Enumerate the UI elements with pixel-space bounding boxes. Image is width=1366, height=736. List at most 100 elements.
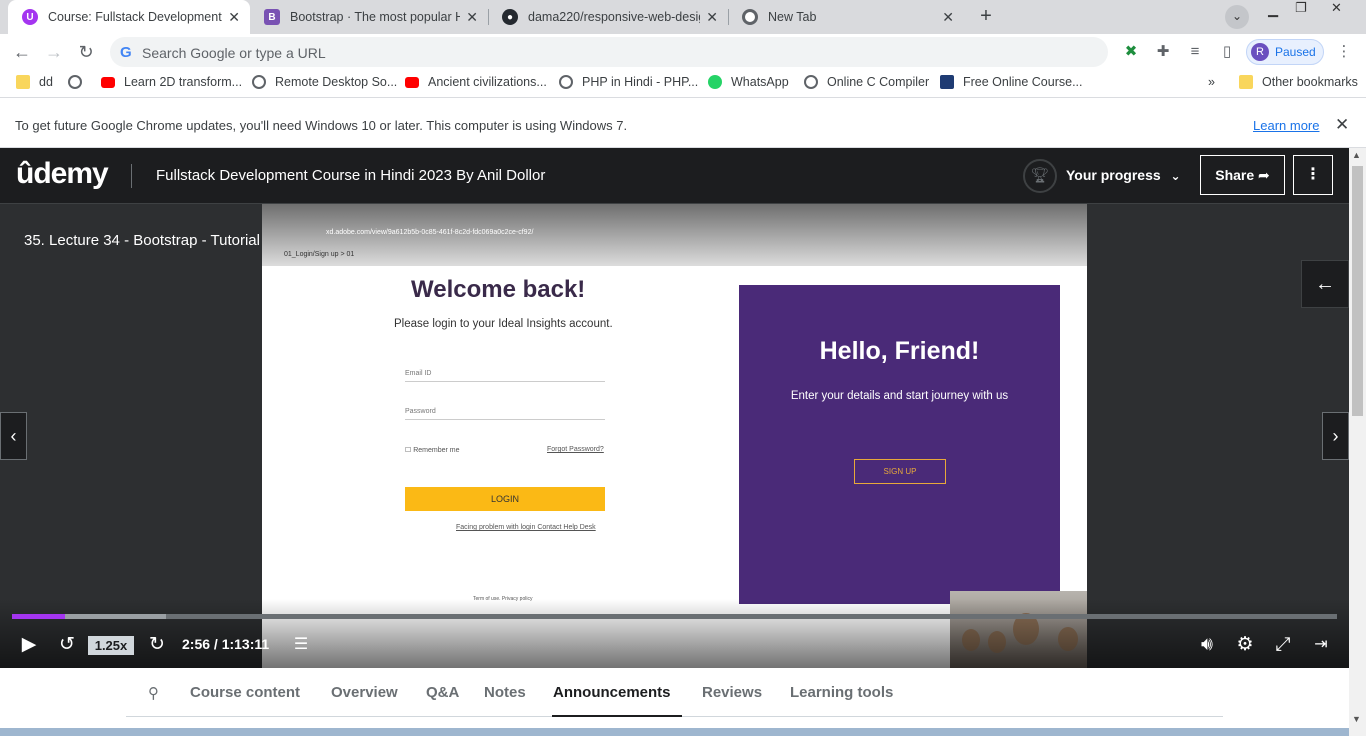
forward-icon[interactable]: →: [42, 40, 66, 64]
header-divider: [131, 164, 132, 188]
notes-icon[interactable]: ☰: [289, 634, 313, 656]
tab-announcements[interactable]: Announcements: [553, 684, 671, 701]
scroll-thumb[interactable]: [1352, 166, 1363, 416]
bookmark-item[interactable]: Remote Desktop So...: [252, 75, 397, 89]
browser-tab-github[interactable]: ● dama220/responsive-web-desig ✕: [488, 0, 728, 34]
close-icon[interactable]: ✕: [706, 9, 718, 26]
infobar-message: To get future Google Chrome updates, you…: [15, 118, 628, 133]
video-password-field: Password: [405, 408, 605, 420]
progress-dropdown[interactable]: Your progress ⌄: [1066, 167, 1181, 183]
progress-label: Your progress: [1066, 167, 1161, 183]
video-panel-text: Enter your details and start journey wit…: [790, 390, 1009, 402]
tab-qa[interactable]: Q&A: [426, 684, 459, 701]
lecture-title: 35. Lecture 34 - Bootstrap - Tutorial: [24, 232, 260, 249]
more-bookmarks-button[interactable]: »: [1208, 75, 1215, 89]
bookmark-item[interactable]: Ancient civilizations...: [405, 75, 547, 89]
tab-title: Bootstrap · The most popular HT: [290, 10, 461, 24]
browser-tab-new[interactable]: New Tab ✕: [728, 0, 964, 34]
close-icon[interactable]: ✕: [228, 9, 240, 26]
window-close-button[interactable]: ✕: [1331, 0, 1342, 20]
next-lecture-button[interactable]: ›: [1322, 412, 1349, 460]
page-scrollbar[interactable]: ▲ ▼: [1349, 148, 1366, 736]
video-player[interactable]: 35. Lecture 34 - Bootstrap - Tutorial xd…: [0, 204, 1349, 668]
folder-icon: [1239, 75, 1253, 89]
collapse-icon[interactable]: ⇥: [1309, 634, 1333, 656]
video-url: xd.adobe.com/view/9a612b5b-0c85-461f-8c2…: [326, 229, 534, 236]
bookmark-item[interactable]: dd: [16, 75, 53, 89]
address-placeholder: Search Google or type a URL: [142, 45, 326, 61]
video-breadcrumb: 01_Login/Sign up > 01: [284, 251, 355, 258]
course-title[interactable]: Fullstack Development Course in Hindi 20…: [156, 167, 545, 184]
tab-reviews[interactable]: Reviews: [702, 684, 762, 701]
arrow-left-icon[interactable]: ←: [1301, 260, 1349, 308]
video-heading: Welcome back!: [411, 276, 586, 303]
scroll-up-icon[interactable]: ▲: [1352, 150, 1361, 160]
trophy-icon[interactable]: 🏆︎: [1023, 159, 1057, 193]
browser-tab-udemy[interactable]: U Course: Fullstack Development C ✕: [8, 0, 250, 34]
close-icon[interactable]: ✕: [942, 9, 954, 26]
reload-icon[interactable]: ↻: [74, 40, 98, 64]
tab-search-button[interactable]: ⌄: [1225, 5, 1249, 29]
bookmark-item[interactable]: Online C Compiler: [804, 75, 929, 89]
play-icon[interactable]: ▶: [19, 634, 39, 656]
bookmark-item[interactable]: WhatsApp: [708, 75, 789, 89]
close-icon[interactable]: ✕: [1335, 115, 1349, 135]
learn-more-link[interactable]: Learn more: [1253, 118, 1319, 133]
bookmark-item[interactable]: Learn 2D transform...: [101, 75, 242, 89]
profile-button[interactable]: R Paused: [1246, 39, 1324, 65]
address-bar[interactable]: G Search Google or type a URL: [110, 37, 1108, 67]
video-forgot: Forgot Password?: [547, 446, 604, 453]
menu-icon[interactable]: ⋮: [1334, 42, 1354, 62]
video-remember: ☐ Remember me: [405, 447, 460, 454]
udemy-logo[interactable]: ûdemy: [16, 157, 109, 191]
globe-icon: [252, 75, 266, 89]
settings-gear-icon[interactable]: ⚙: [1233, 634, 1257, 656]
other-bookmarks[interactable]: Other bookmarks: [1239, 75, 1358, 89]
video-signup-button: SIGN UP: [854, 459, 946, 484]
scroll-down-icon[interactable]: ▼: [1352, 714, 1361, 724]
new-tab-button[interactable]: +: [974, 5, 998, 29]
speed-button[interactable]: 1.25x: [88, 636, 134, 655]
translate-icon: [940, 75, 954, 89]
bookmark-item[interactable]: [68, 75, 91, 89]
media-queue-icon[interactable]: ≡: [1185, 42, 1205, 62]
extension-icon[interactable]: ✖: [1121, 42, 1141, 62]
forward-icon[interactable]: ↻: [146, 634, 168, 656]
bookmark-label: PHP in Hindi - PHP...: [582, 75, 699, 89]
bookmark-label: Online C Compiler: [827, 75, 930, 89]
puzzle-icon[interactable]: ✚: [1153, 42, 1173, 62]
tab-learning-tools[interactable]: Learning tools: [790, 684, 893, 701]
bookmark-label: Other bookmarks: [1262, 75, 1358, 89]
more-options-button[interactable]: ⋮: [1293, 155, 1333, 195]
browser-toolbar: ← → ↻ G Search Google or type a URL ✖ ✚ …: [0, 34, 1366, 70]
chevron-down-icon: ⌄: [1170, 169, 1181, 183]
restore-button[interactable]: ❐: [1295, 0, 1307, 20]
video-help-link: Facing problem with login Contact Help D…: [456, 524, 596, 531]
tab-title: dama220/responsive-web-desig: [528, 10, 701, 24]
close-icon[interactable]: ✕: [466, 9, 478, 26]
bootstrap-icon: B: [264, 9, 280, 25]
globe-icon: [559, 75, 573, 89]
tab-notes[interactable]: Notes: [484, 684, 526, 701]
video-email-field: Email ID: [405, 370, 605, 382]
previous-lecture-button[interactable]: ‹: [0, 412, 27, 460]
tab-course-content[interactable]: Course content: [190, 684, 300, 701]
fullscreen-icon[interactable]: ⤢: [1271, 634, 1295, 656]
search-icon[interactable]: ⚲: [148, 684, 159, 702]
side-panel-icon[interactable]: ▯: [1217, 42, 1237, 62]
video-remember-label: Remember me: [413, 447, 460, 454]
share-button[interactable]: Share ➦: [1200, 155, 1285, 195]
seek-bar[interactable]: [12, 614, 1337, 619]
minimize-button[interactable]: ▁: [1268, 2, 1278, 22]
bookmark-item[interactable]: Free Online Course...: [940, 75, 1083, 89]
udemy-icon: U: [22, 9, 38, 25]
back-icon[interactable]: ←: [10, 40, 34, 64]
globe-icon: [804, 75, 818, 89]
video-login-button: LOGIN: [405, 487, 605, 511]
browser-tab-bootstrap[interactable]: B Bootstrap · The most popular HT ✕: [250, 0, 488, 34]
youtube-icon: [405, 76, 419, 88]
rewind-icon[interactable]: ↺: [56, 634, 78, 656]
bookmark-item[interactable]: PHP in Hindi - PHP...: [559, 75, 698, 89]
volume-icon[interactable]: 🔊︎: [1195, 634, 1219, 656]
tab-overview[interactable]: Overview: [331, 684, 398, 701]
